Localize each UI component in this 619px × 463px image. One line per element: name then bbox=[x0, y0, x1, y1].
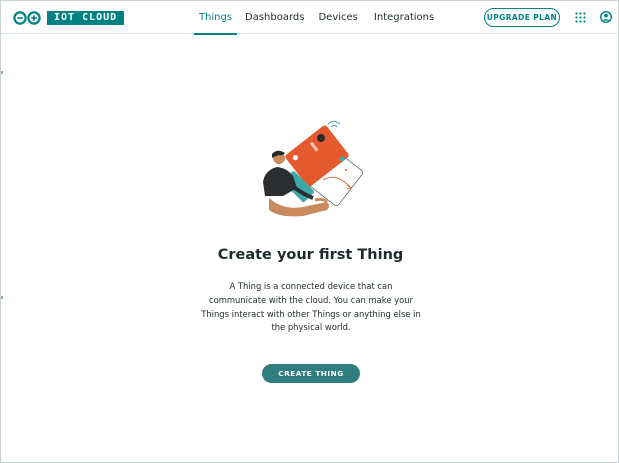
top-navigation-bar: IOT CLOUD Things Dashboards Devices Inte… bbox=[1, 1, 618, 35]
empty-state-title: Create your first Thing bbox=[217, 247, 404, 263]
logo-text: IOT CLOUD bbox=[47, 10, 125, 25]
nav-tab-dashboards[interactable]: Dashboards bbox=[245, 1, 304, 34]
empty-state-illustration bbox=[263, 121, 363, 217]
iot-cloud-logo[interactable]: IOT CLOUD bbox=[12, 10, 125, 25]
nav-tab-devices[interactable]: Devices bbox=[318, 1, 357, 34]
edge-marker bbox=[1, 71, 3, 74]
arduino-infinity-icon bbox=[13, 10, 41, 25]
upgrade-plan-button[interactable]: UPGRADE PLAN bbox=[484, 8, 560, 27]
app-window: IOT CLOUD Things Dashboards Devices Inte… bbox=[0, 0, 619, 463]
create-thing-button[interactable]: CREATE THING bbox=[262, 364, 360, 383]
empty-state-description: A Thing is a connected device that can c… bbox=[201, 281, 421, 333]
edge-marker bbox=[1, 296, 3, 299]
apps-grid-icon[interactable] bbox=[575, 12, 586, 23]
main-nav: Things Dashboards Devices Integrations bbox=[194, 1, 434, 35]
nav-tab-things[interactable]: Things bbox=[194, 1, 237, 35]
nav-tab-integrations[interactable]: Integrations bbox=[374, 1, 434, 34]
user-account-icon[interactable] bbox=[600, 11, 612, 23]
